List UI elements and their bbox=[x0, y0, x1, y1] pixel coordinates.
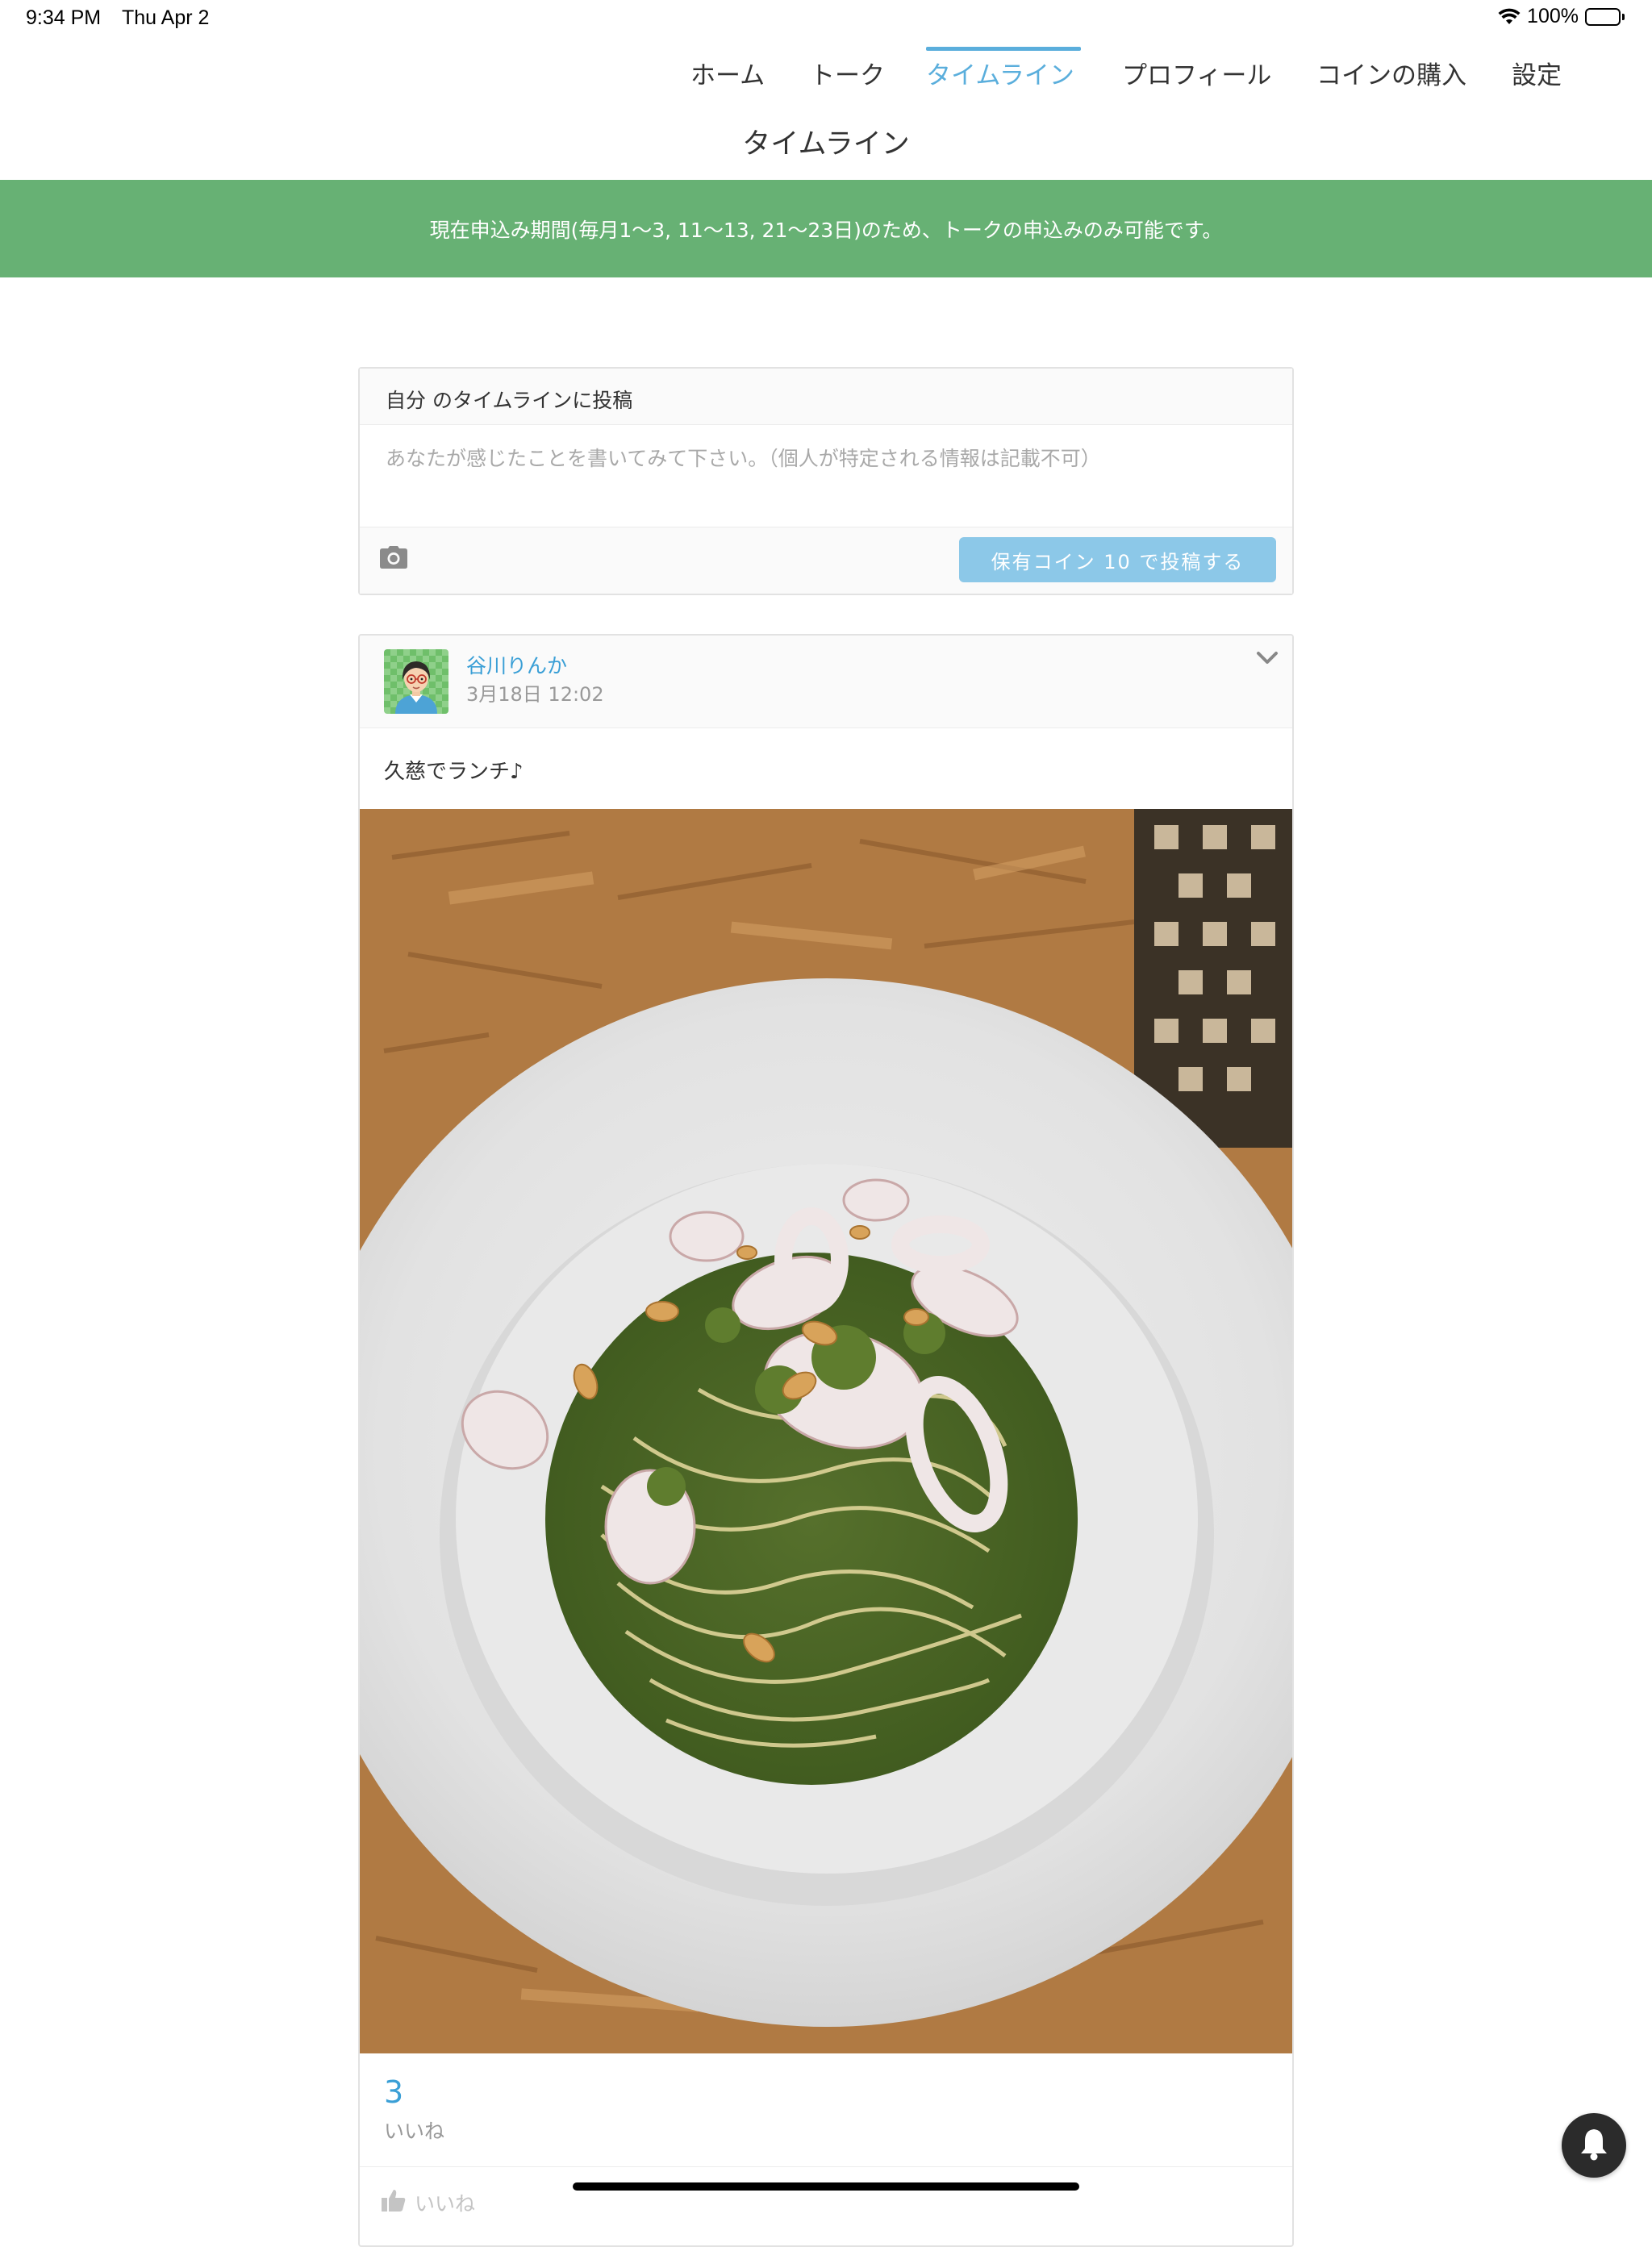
post-divider bbox=[360, 2166, 1292, 2167]
nav-active-indicator bbox=[926, 47, 1081, 51]
nav-item-profile[interactable]: プロフィール bbox=[1122, 55, 1271, 91]
post-text: 久慈でランチ♪ bbox=[384, 760, 524, 784]
nav-item-talk[interactable]: トーク bbox=[810, 55, 885, 91]
chevron-down-icon[interactable] bbox=[1255, 650, 1279, 669]
compose-header: 自分 のタイムラインに投稿 bbox=[360, 369, 1292, 425]
timeline-post: 谷川りんか 3月18日 12:02 久慈でランチ♪ 3 いいね いいね bbox=[358, 634, 1294, 2247]
post-photo[interactable] bbox=[360, 809, 1292, 2053]
wifi-icon bbox=[1498, 8, 1521, 26]
status-time: 9:34 PM bbox=[26, 6, 102, 29]
status-date: Thu Apr 2 bbox=[122, 6, 210, 29]
like-button-label: いいね bbox=[415, 2192, 476, 2216]
top-nav: ホーム トーク タイムライン プロフィール コインの購入 設定 bbox=[0, 37, 1652, 102]
avatar[interactable] bbox=[384, 649, 448, 714]
like-button[interactable]: いいね bbox=[381, 2188, 475, 2217]
like-count-label: いいね bbox=[384, 2120, 445, 2143]
camera-icon[interactable] bbox=[379, 545, 408, 573]
nav-item-timeline[interactable]: タイムライン bbox=[926, 55, 1074, 91]
like-count[interactable]: 3 bbox=[384, 2074, 403, 2110]
compose-card: 自分 のタイムラインに投稿 あなたが感じたことを書いてみて下さい。（個人が特定さ… bbox=[358, 367, 1294, 595]
notice-banner: 現在申込み期間(毎月1〜3, 11〜13, 21〜23日)のため、トークの申込み… bbox=[0, 180, 1652, 277]
notification-button[interactable] bbox=[1562, 2113, 1626, 2178]
compose-input[interactable]: あなたが感じたことを書いてみて下さい。（個人が特定される情報は記載不可） bbox=[360, 425, 1292, 530]
thumbs-up-icon bbox=[381, 2188, 407, 2217]
page-title: タイムライン bbox=[742, 128, 910, 160]
status-bar: 9:34 PM Thu Apr 2 100% bbox=[0, 0, 1652, 37]
home-indicator[interactable] bbox=[573, 2182, 1079, 2191]
post-date: 3月18日 12:02 bbox=[466, 683, 604, 706]
post-header: 谷川りんか 3月18日 12:02 bbox=[360, 636, 1292, 728]
nav-item-settings[interactable]: 設定 bbox=[1512, 55, 1562, 91]
nav-item-home[interactable]: ホーム bbox=[690, 55, 765, 91]
bell-icon bbox=[1579, 2127, 1609, 2164]
post-author[interactable]: 谷川りんか bbox=[466, 650, 567, 679]
notice-text: 現在申込み期間(毎月1〜3, 11〜13, 21〜23日)のため、トークの申込み… bbox=[429, 218, 1223, 242]
nav-item-buy-coins[interactable]: コインの購入 bbox=[1316, 55, 1466, 91]
battery-percent: 100% bbox=[1527, 5, 1579, 27]
compose-footer: 保有コイン 10 で投稿する bbox=[360, 527, 1292, 594]
battery-icon bbox=[1585, 7, 1625, 26]
post-button[interactable]: 保有コイン 10 で投稿する bbox=[959, 537, 1276, 582]
status-indicators: 100% bbox=[1498, 5, 1625, 28]
